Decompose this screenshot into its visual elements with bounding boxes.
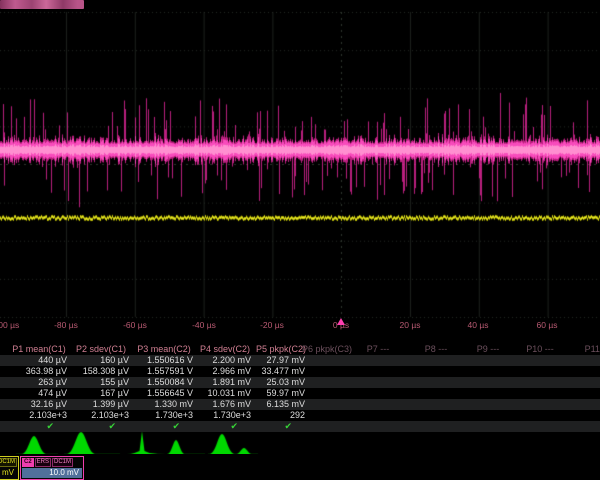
measurement-table: P1 mean(C1)440 µV363.98 µV263 µV474 µV32… (0, 344, 600, 432)
measurement-header[interactable]: P2 sdev(C1) (70, 344, 132, 355)
measurement-mean: 363.98 µV (8, 366, 70, 377)
measurement-header[interactable]: P4 sdev(C2) (196, 344, 254, 355)
measurement-value: 160 µV (70, 355, 132, 366)
measurement-column[interactable]: P10 --- (516, 344, 564, 432)
status-check-icon: ✔ (132, 421, 196, 431)
measurement-max: 1.556645 V (132, 388, 196, 399)
measurement-column[interactable]: P9 --- (466, 344, 510, 432)
measurement-num: 1.730e+3 (132, 410, 196, 421)
measurement-column[interactable]: P7 --- (356, 344, 400, 432)
measurement-mean: 1.557591 V (132, 366, 196, 377)
measurement-value: 440 µV (8, 355, 70, 366)
c2-coupling-tag: DC1M (52, 458, 73, 467)
measurement-sdev: 1.676 mV (196, 399, 254, 410)
measurement-header[interactable]: P6 pkpk(C3) (295, 344, 359, 355)
time-axis-label: -80 µs (44, 320, 88, 330)
measurement-header[interactable]: P8 --- (414, 344, 458, 355)
status-check-icon: ✔ (196, 421, 254, 431)
c1-scale-value: 10.0 mV (0, 468, 17, 478)
measurement-min: 1.550084 V (132, 377, 196, 388)
time-axis-label: 20 µs (388, 320, 432, 330)
measurement-column[interactable]: P6 pkpk(C3) (295, 344, 359, 432)
pink-trace-label (0, 0, 84, 9)
time-axis-label: -60 µs (113, 320, 157, 330)
measurement-value: 2.200 mV (196, 355, 254, 366)
measurement-value: 1.550616 V (132, 355, 196, 366)
channel-c2-descriptor[interactable]: C2 ERS DC1M 10.0 mV (20, 456, 84, 480)
measurement-sdev: 1.399 µV (70, 399, 132, 410)
time-axis-label: -20 µs (250, 320, 294, 330)
channel-c1-descriptor[interactable]: DC1M 10.0 mV (0, 456, 19, 480)
measurement-header[interactable]: P7 --- (356, 344, 400, 355)
c2-channel-tag: C2 (22, 458, 34, 467)
c1-coupling-tag: DC1M (0, 458, 17, 467)
measurement-mean: 2.966 mV (196, 366, 254, 377)
measurement-num: 2.103e+3 (8, 410, 70, 421)
c1-coupling-tags: DC1M (0, 458, 17, 467)
measurement-sdev: 32.16 µV (8, 399, 70, 410)
status-check-icon: ✔ (8, 421, 70, 431)
measurement-column[interactable]: P2 sdev(C1)160 µV158.308 µV155 µV167 µV1… (70, 344, 132, 432)
measurement-mean: 158.308 µV (70, 366, 132, 377)
measurement-header[interactable]: P9 --- (466, 344, 510, 355)
measurement-column[interactable]: P3 mean(C2)1.550616 V1.557591 V1.550084 … (132, 344, 196, 432)
measurement-header[interactable]: P10 --- (516, 344, 564, 355)
status-check-icon: ✔ (70, 421, 132, 431)
measurement-min: 263 µV (8, 377, 70, 388)
measurement-header[interactable]: P11 --- (576, 344, 600, 355)
time-axis-label: 60 µs (525, 320, 569, 330)
time-axis-label: -40 µs (182, 320, 226, 330)
c2-tags: C2 ERS DC1M (22, 458, 82, 467)
trigger-position-marker-icon[interactable] (337, 318, 345, 325)
measurement-num: 1.730e+3 (196, 410, 254, 421)
measurement-sdev: 1.330 mV (132, 399, 196, 410)
status-bar: DC1M 10.0 mV C2 ERS DC1M 10.0 mV + HD 12… (0, 454, 600, 480)
measurement-column[interactable]: P4 sdev(C2)2.200 mV2.966 mV1.891 mV10.03… (196, 344, 254, 432)
time-axis-label: 40 µs (456, 320, 500, 330)
measurement-header[interactable]: P1 mean(C1) (8, 344, 70, 355)
oscilloscope-screen: -100 µs-80 µs-60 µs-40 µs-20 µs0 µs20 µs… (0, 0, 600, 480)
measurement-min: 1.891 mV (196, 377, 254, 388)
measurement-max: 167 µV (70, 388, 132, 399)
measurement-column[interactable]: P1 mean(C1)440 µV363.98 µV263 µV474 µV32… (8, 344, 70, 432)
measurement-max: 474 µV (8, 388, 70, 399)
c2-scale-value: 10.0 mV (22, 468, 82, 478)
measurement-max: 10.031 mV (196, 388, 254, 399)
measurement-num: 2.103e+3 (70, 410, 132, 421)
measurement-column[interactable]: P11 --- (576, 344, 600, 432)
c2-eres-tag: ERS (35, 458, 51, 467)
measurement-min: 155 µV (70, 377, 132, 388)
measurement-column[interactable]: P8 --- (414, 344, 458, 432)
measurement-header[interactable]: P3 mean(C2) (132, 344, 196, 355)
time-axis-label: -100 µs (0, 320, 27, 330)
